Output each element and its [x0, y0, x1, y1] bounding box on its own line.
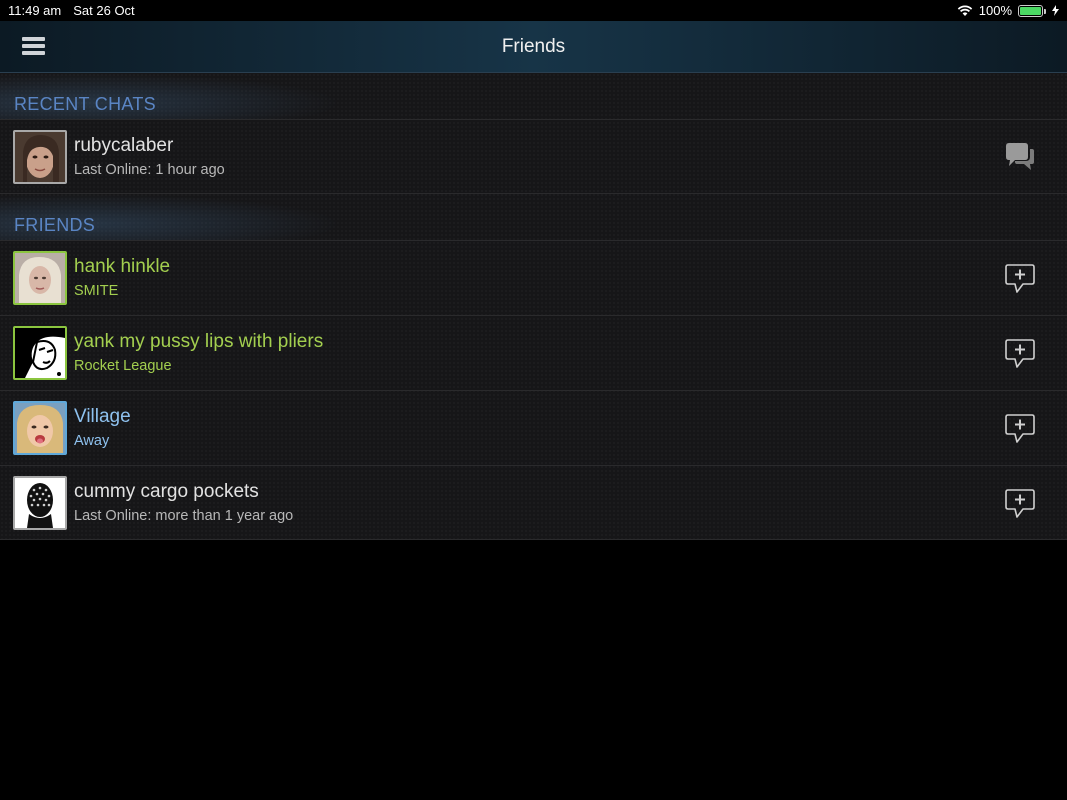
- list-item[interactable]: rubycalaber Last Online: 1 hour ago: [0, 119, 1067, 194]
- list-item[interactable]: Village Away: [0, 390, 1067, 465]
- friend-name: Village: [74, 406, 131, 427]
- friend-name: yank my pussy lips with pliers: [74, 331, 324, 352]
- list-item[interactable]: cummy cargo pockets Last Online: more th…: [0, 465, 1067, 540]
- status-time: 11:49 am: [8, 3, 62, 18]
- new-chat-icon[interactable]: [1003, 411, 1037, 445]
- new-chat-icon[interactable]: [1003, 261, 1037, 295]
- friend-status: Rocket League: [74, 358, 172, 374]
- charging-icon: [1052, 5, 1059, 16]
- friend-name: cummy cargo pockets: [74, 480, 259, 502]
- hamburger-icon[interactable]: [22, 37, 45, 55]
- section-header-recent-chats: RECENT CHATS: [0, 73, 1067, 119]
- recent-chats-list: rubycalaber Last Online: 1 hour ago: [0, 119, 1067, 194]
- friend-status: Away: [74, 433, 110, 449]
- avatar: [13, 401, 67, 455]
- friend-name: hank hinkle: [74, 256, 171, 277]
- chat-bubbles-icon[interactable]: [1003, 140, 1037, 174]
- friends-section-list: hank hinkle SMITE yank my pussy lips wit…: [0, 240, 1067, 540]
- friend-status: Last Online: more than 1 year ago: [74, 507, 294, 524]
- avatar: [13, 129, 67, 184]
- new-chat-icon[interactable]: [1003, 486, 1037, 520]
- page-title: Friends: [501, 35, 566, 57]
- status-bar: 11:49 am Sat 26 Oct 100%: [0, 0, 1067, 21]
- avatar: [13, 475, 67, 530]
- battery-icon: [1018, 4, 1046, 17]
- avatar: [13, 326, 67, 380]
- list-item[interactable]: yank my pussy lips with pliers Rocket Le…: [0, 315, 1067, 390]
- section-header-friends: FRIENDS: [0, 194, 1067, 240]
- friend-status: Last Online: 1 hour ago: [74, 161, 225, 178]
- nav-bar: Friends: [0, 21, 1067, 73]
- battery-percent: 100%: [978, 3, 1012, 18]
- wifi-icon: [957, 5, 972, 16]
- avatar: [13, 251, 67, 305]
- friend-name: rubycalaber: [74, 134, 174, 156]
- status-date: Sat 26 Oct: [73, 3, 135, 18]
- friend-status: SMITE: [74, 283, 119, 299]
- list-item[interactable]: hank hinkle SMITE: [0, 240, 1067, 315]
- new-chat-icon[interactable]: [1003, 336, 1037, 370]
- friends-list: RECENT CHATS rubycalaber Last Online: 1 …: [0, 73, 1067, 540]
